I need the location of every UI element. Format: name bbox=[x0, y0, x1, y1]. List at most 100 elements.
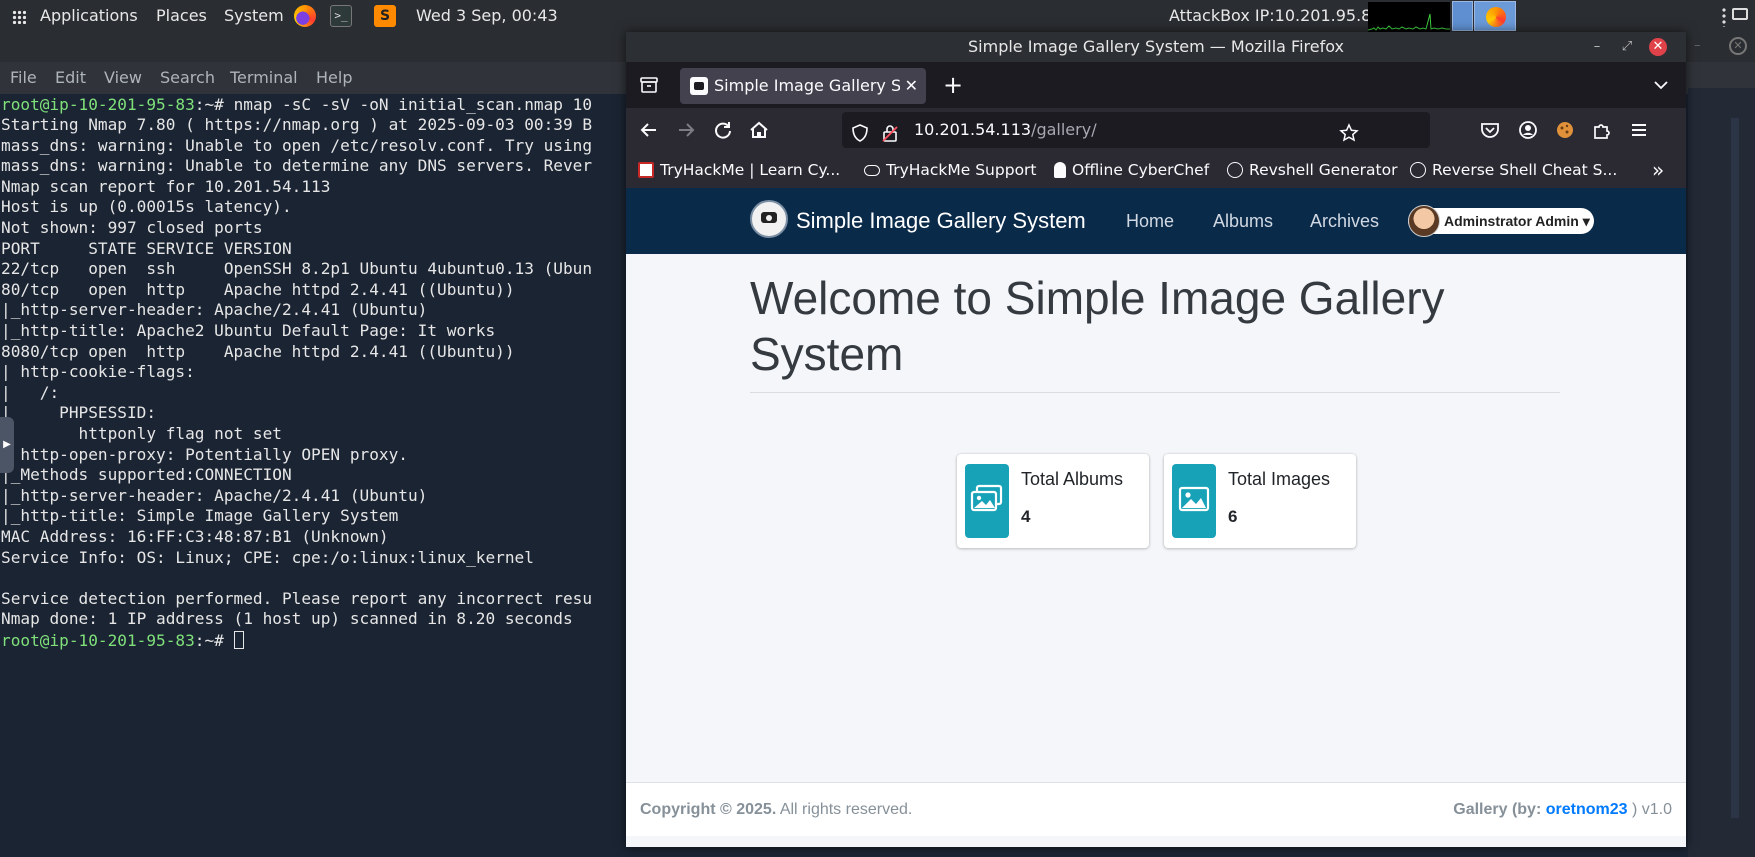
firefox-window: Simple Image Gallery System — Mozilla Fi… bbox=[626, 32, 1686, 847]
prompt-user: root@ip-10-201-95-83 bbox=[1, 95, 195, 114]
bookmark-label: TryHackMe | Learn Cy... bbox=[660, 161, 841, 179]
web-page: Simple Image Gallery System Home Albums … bbox=[626, 188, 1686, 847]
url-host: 10.201.54.113 bbox=[914, 120, 1032, 139]
places-menu[interactable]: Places bbox=[156, 0, 207, 32]
tab-list-icon[interactable] bbox=[1650, 74, 1672, 96]
command-line: root@ip-10-201-95-83:~# nmap -sC -sV -oN… bbox=[1, 95, 592, 115]
home-icon[interactable] bbox=[746, 117, 772, 143]
menu-file[interactable]: File bbox=[10, 62, 37, 94]
terminal-output-line: 8080/tcp open http Apache httpd 2.4.41 (… bbox=[1, 341, 515, 361]
system-menu[interactable]: System bbox=[224, 0, 284, 32]
terminal-output-line: Nmap done: 1 IP address (1 host up) scan… bbox=[1, 609, 573, 629]
pocket-icon[interactable] bbox=[1477, 117, 1503, 143]
forward-icon[interactable] bbox=[673, 117, 699, 143]
insecure-lock-icon[interactable] bbox=[880, 120, 900, 156]
camera-logo-icon[interactable] bbox=[750, 200, 788, 238]
extensions-icon[interactable] bbox=[1589, 117, 1615, 143]
network-monitor-graph bbox=[1368, 2, 1450, 32]
menu-help[interactable]: Help bbox=[316, 62, 352, 94]
hamburger-menu-icon[interactable] bbox=[1626, 117, 1652, 143]
nav-home[interactable]: Home bbox=[1126, 188, 1174, 254]
terminal-output-line: | http-open-proxy: Potentially OPEN prox… bbox=[1, 444, 408, 464]
tracking-shield-icon[interactable] bbox=[850, 120, 870, 156]
menu-search[interactable]: Search bbox=[160, 62, 215, 94]
menu-view[interactable]: View bbox=[104, 62, 142, 94]
terminal-output-line: |_http-server-header: Apache/2.4.41 (Ubu… bbox=[1, 300, 428, 320]
terminal-output-line: |_http-server-header: Apache/2.4.41 (Ubu… bbox=[1, 485, 428, 505]
url-text: 10.201.54.113/gallery/ bbox=[914, 112, 1097, 148]
terminal-output-line: Service Info: OS: Linux; CPE: cpe:/o:lin… bbox=[1, 547, 534, 567]
sublime-launcher-icon[interactable]: S bbox=[374, 5, 396, 27]
tab-title: Simple Image Gallery Syst bbox=[714, 76, 900, 95]
terminal-output-line: Host is up (0.00015s latency). bbox=[1, 197, 292, 217]
terminal-minimize-icon[interactable]: – bbox=[1694, 38, 1701, 53]
bookmark-reverse-shell[interactable]: Reverse Shell Cheat S... bbox=[1410, 152, 1617, 188]
site-navbar: Simple Image Gallery System Home Albums … bbox=[626, 188, 1686, 254]
bookmark-tryhackme-support[interactable]: TryHackMe Support bbox=[864, 152, 1037, 188]
panel-handle-icon[interactable] bbox=[1722, 7, 1726, 27]
more-bookmarks-icon[interactable]: » bbox=[1652, 152, 1664, 188]
footer-copyright: Copyright © 2025. All rights reserved. bbox=[640, 783, 912, 837]
globe-icon bbox=[1227, 162, 1243, 178]
restore-icon[interactable]: ⤢ bbox=[1618, 38, 1636, 56]
minimize-icon[interactable]: – bbox=[1588, 38, 1606, 56]
terminal-output-line: | PHPSESSID: bbox=[1, 403, 157, 423]
nav-albums[interactable]: Albums bbox=[1213, 188, 1273, 254]
menu-terminal[interactable]: Terminal bbox=[230, 62, 298, 94]
terminal-output-line: | http-cookie-flags: bbox=[1, 362, 195, 382]
terminal-launcher-icon[interactable]: >_ bbox=[330, 5, 352, 27]
bookmark-label: Offline CyberChef bbox=[1072, 161, 1210, 179]
card-label: Total Images bbox=[1228, 469, 1331, 489]
page-footer: Copyright © 2025. All rights reserved. G… bbox=[626, 782, 1686, 836]
bookmark-cyberchef[interactable]: Offline CyberChef bbox=[1054, 152, 1209, 188]
terminal-output-line: Nmap scan report for 10.201.54.113 bbox=[1, 176, 331, 196]
nav-archives[interactable]: Archives bbox=[1310, 188, 1379, 254]
firefox-titlebar[interactable]: Simple Image Gallery System — Mozilla Fi… bbox=[626, 32, 1686, 62]
reload-icon[interactable] bbox=[710, 117, 736, 143]
brand-name[interactable]: Simple Image Gallery System bbox=[796, 188, 1086, 254]
new-tab-icon[interactable]: + bbox=[940, 72, 966, 98]
bookmark-label: TryHackMe Support bbox=[886, 161, 1037, 179]
window-close-icon[interactable]: ✕ bbox=[1649, 38, 1667, 56]
copyright-text: Copyright © 2025. bbox=[640, 801, 777, 818]
divider bbox=[750, 392, 1560, 393]
card-value: 4 bbox=[1021, 507, 1031, 526]
cookie-extension-icon[interactable] bbox=[1552, 117, 1578, 143]
terminal-output-line: PORT STATE SERVICE VERSION bbox=[1, 238, 292, 258]
terminal-close-icon[interactable]: ✕ bbox=[1729, 37, 1747, 55]
bookmark-label: Revshell Generator bbox=[1249, 161, 1398, 179]
author-link[interactable]: oretnom23 bbox=[1546, 801, 1628, 818]
workspace-1[interactable] bbox=[1452, 1, 1473, 31]
side-panel-toggle-icon[interactable]: ▶ bbox=[0, 417, 14, 473]
navigation-toolbar: 10.201.54.113/gallery/ bbox=[626, 108, 1686, 152]
url-bar[interactable]: 10.201.54.113/gallery/ bbox=[842, 112, 1430, 148]
apps-grid-icon[interactable] bbox=[12, 10, 26, 24]
card-label: Total Albums bbox=[1021, 469, 1124, 489]
terminal-scrollbar[interactable] bbox=[1731, 118, 1739, 818]
account-icon[interactable] bbox=[1515, 117, 1541, 143]
prompt-user: root@ip-10-201-95-83 bbox=[1, 631, 195, 650]
avatar bbox=[1408, 205, 1440, 237]
display-icon[interactable] bbox=[1732, 8, 1748, 20]
prompt-suffix: :~# bbox=[194, 631, 234, 650]
applications-menu[interactable]: Applications bbox=[40, 0, 138, 32]
attackbox-ip: AttackBox IP:10.201.95.83 bbox=[1169, 6, 1382, 25]
tab-gallery[interactable]: Simple Image Gallery Syst ✕ bbox=[680, 68, 926, 104]
tab-close-icon[interactable]: ✕ bbox=[905, 68, 918, 104]
bookmark-tryhackme[interactable]: TryHackMe | Learn Cy... bbox=[638, 152, 840, 188]
back-icon[interactable] bbox=[636, 117, 662, 143]
typed-command: nmap -sC -sV -oN initial_scan.nmap 10 bbox=[233, 95, 593, 114]
page-title: Welcome to Simple Image Gallery System bbox=[750, 272, 1445, 380]
menu-edit[interactable]: Edit bbox=[55, 62, 86, 94]
clock[interactable]: Wed 3 Sep, 00:43 bbox=[416, 0, 558, 32]
tab-overview-icon[interactable] bbox=[638, 74, 660, 96]
bookmark-star-icon[interactable] bbox=[1339, 120, 1359, 156]
firefox-launcher-icon[interactable] bbox=[294, 5, 316, 27]
user-dropdown[interactable]: Adminstrator Admin ▾ bbox=[1408, 205, 1594, 237]
terminal-output-line: mass_dns: warning: Unable to open /etc/r… bbox=[1, 135, 593, 155]
chef-hat-icon bbox=[1054, 162, 1066, 178]
url-path: /gallery/ bbox=[1031, 120, 1097, 139]
workspace-2[interactable] bbox=[1474, 1, 1516, 31]
bookmark-revshell[interactable]: Revshell Generator bbox=[1227, 152, 1397, 188]
card-value: 6 bbox=[1228, 507, 1238, 526]
